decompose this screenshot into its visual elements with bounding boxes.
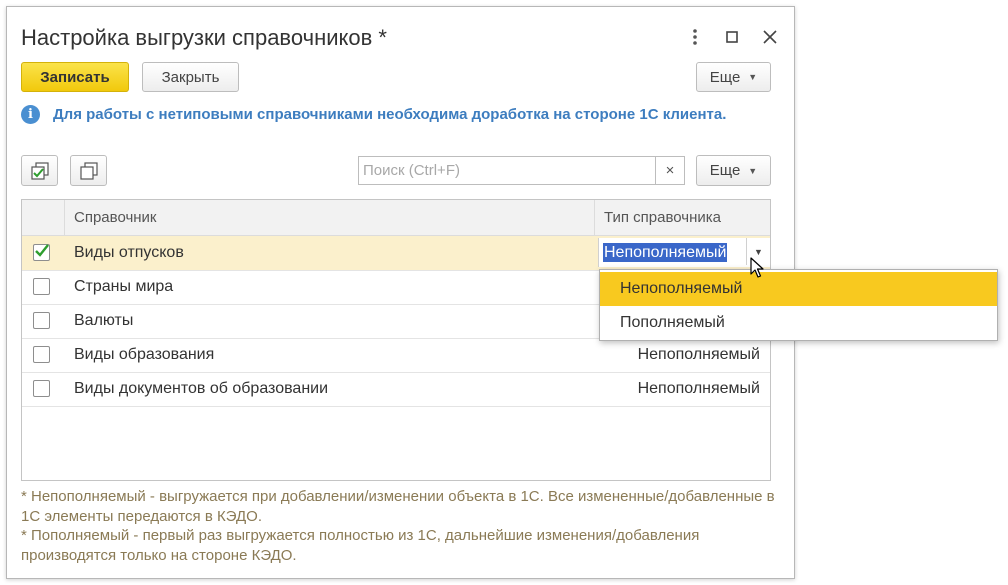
table-row[interactable]: Виды документов об образовании Непополня…: [22, 372, 770, 407]
row-checkbox[interactable]: [33, 244, 50, 261]
info-message: Для работы с нетиповыми справочниками не…: [53, 106, 727, 123]
close-button[interactable]: Закрыть: [142, 62, 239, 92]
row-checkbox[interactable]: [33, 346, 50, 363]
type-dropdown-list: Непополняемый Пополняемый: [599, 269, 998, 341]
table-row[interactable]: Виды отпусков Непополняемый ▼: [22, 236, 770, 271]
check-all-button[interactable]: [21, 155, 58, 186]
search-box: ×: [358, 156, 685, 185]
close-icon[interactable]: [758, 25, 782, 49]
save-button[interactable]: Записать: [21, 62, 129, 92]
column-header-catalog[interactable]: Справочник: [74, 200, 157, 235]
catalog-type: Непополняемый: [637, 346, 760, 363]
dropdown-option-replenishable[interactable]: Пополняемый: [600, 306, 997, 340]
catalog-name: Страны мира: [74, 278, 174, 295]
dropdown-option-non-replenishable[interactable]: Непополняемый: [600, 272, 997, 306]
more-vertical-icon[interactable]: [683, 25, 707, 49]
more-button-label: Еще: [709, 68, 741, 86]
catalog-name: Виды документов об образовании: [74, 380, 329, 397]
triangle-down-icon: ▼: [748, 72, 758, 82]
catalog-name: Валюты: [74, 312, 134, 329]
clear-search-icon[interactable]: ×: [655, 157, 684, 184]
table-row[interactable]: Виды образования Непополняемый: [22, 338, 770, 373]
column-header-type[interactable]: Тип справочника: [604, 200, 721, 235]
copy-button[interactable]: [70, 155, 107, 186]
footnote-line: * Пополняемый - первый раз выгружается п…: [21, 527, 700, 564]
table-header: Справочник Тип справочника: [22, 200, 770, 236]
footnote-line: * Непополняемый - выгружается при добавл…: [21, 488, 775, 525]
info-icon: i: [21, 105, 40, 124]
column-separator: [64, 200, 65, 235]
type-select-value: Непополняемый: [603, 243, 728, 262]
catalog-name: Виды образования: [74, 346, 215, 363]
more-button[interactable]: Еще ▼: [696, 62, 771, 92]
list-more-button[interactable]: Еще ▼: [696, 155, 771, 186]
catalog-name: Виды отпусков: [74, 244, 184, 261]
column-separator: [594, 200, 595, 235]
check-all-icon: [30, 161, 49, 180]
row-checkbox[interactable]: [33, 380, 50, 397]
copy-icon: [79, 161, 98, 180]
list-more-button-label: Еще: [709, 162, 741, 179]
mouse-pointer-icon: [750, 257, 764, 278]
maximize-icon[interactable]: [720, 25, 744, 49]
search-input[interactable]: [359, 157, 655, 184]
window-title: Настройка выгрузки справочников *: [21, 25, 387, 50]
catalog-type: Непополняемый: [637, 380, 760, 397]
type-select[interactable]: Непополняемый ▼: [598, 238, 770, 267]
footnote: * Непополняемый - выгружается при добавл…: [21, 487, 781, 565]
triangle-down-icon: ▼: [748, 165, 758, 176]
checkmark-icon: [35, 244, 49, 257]
row-checkbox[interactable]: [33, 278, 50, 295]
row-checkbox[interactable]: [33, 312, 50, 329]
